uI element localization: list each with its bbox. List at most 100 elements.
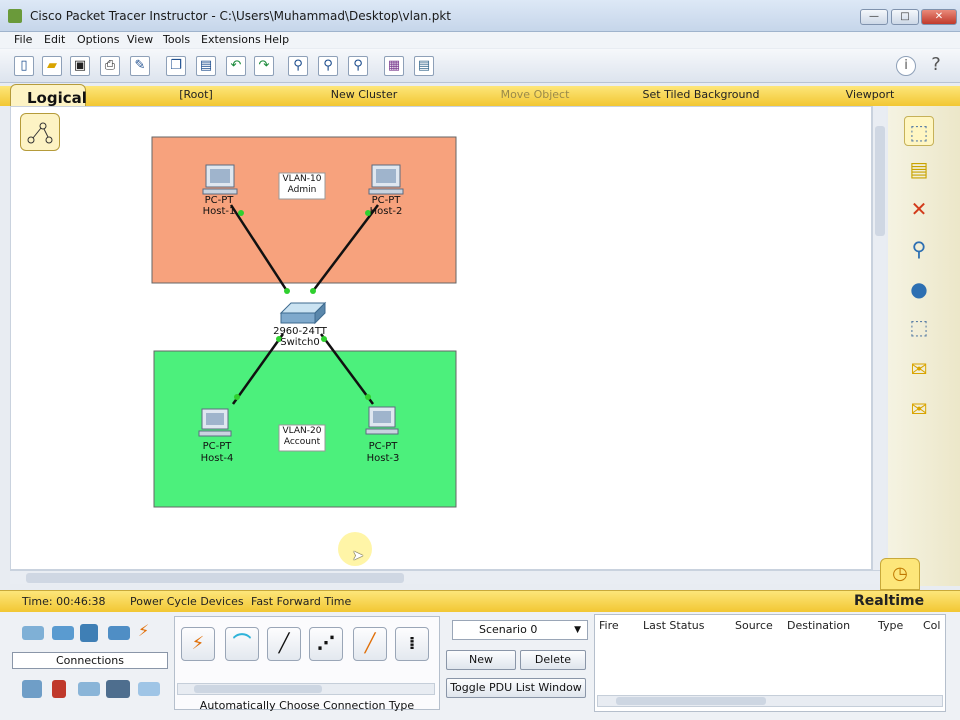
fiber-cable-icon[interactable]: ╱ <box>353 627 387 661</box>
switches-category-icon[interactable] <box>52 626 74 640</box>
save-icon[interactable]: ▣ <box>70 56 90 76</box>
host-4-pc[interactable] <box>198 408 232 437</box>
move-object-button[interactable]: Move Object <box>490 88 580 101</box>
print-icon[interactable]: ⎙ <box>100 56 120 76</box>
host-3-label[interactable]: PC-PT Host-3 <box>359 441 407 465</box>
delete-scenario-button[interactable]: Delete <box>520 650 586 670</box>
menu-help[interactable]: Help <box>264 33 289 46</box>
host-2-label[interactable]: PC-PT Host-2 <box>364 195 408 217</box>
connection-tray-thumb[interactable] <box>194 685 322 693</box>
realtime-clock-icon[interactable]: ◷ <box>880 558 920 590</box>
new-file-icon[interactable]: ▯ <box>14 56 34 76</box>
copy-icon[interactable]: ❐ <box>166 56 186 76</box>
add-simple-pdu-icon[interactable]: ✉ <box>904 354 934 384</box>
zoom-reset-icon[interactable]: ⚲ <box>318 56 338 76</box>
column-destination[interactable]: Destination <box>787 619 850 632</box>
host-2-pc[interactable] <box>368 164 404 195</box>
column-color[interactable]: Col <box>923 619 940 632</box>
menu-view[interactable]: View <box>127 33 153 46</box>
menu-options[interactable]: Options <box>77 33 119 46</box>
connection-tray-scrollbar[interactable] <box>177 683 435 695</box>
host-1-name: Host-1 <box>202 206 236 217</box>
set-tiled-background-button[interactable]: Set Tiled Background <box>636 88 766 101</box>
host-1-pc[interactable] <box>202 164 238 195</box>
horizontal-scroll-thumb[interactable] <box>26 573 404 583</box>
host-4-type: PC-PT <box>202 441 232 452</box>
pdu-list-table: Fire Last Status Source Destination Type… <box>594 614 946 712</box>
help-icon[interactable]: ? <box>926 56 946 76</box>
maximize-button[interactable]: □ <box>891 9 919 25</box>
column-last-status[interactable]: Last Status <box>643 619 704 632</box>
host-3-type: PC-PT <box>368 441 398 452</box>
menu-edit[interactable]: Edit <box>44 33 65 46</box>
connections-category-icon[interactable]: ⚡ <box>138 623 160 639</box>
menu-file[interactable]: File <box>14 33 32 46</box>
delete-icon[interactable]: ✕ <box>904 194 934 224</box>
drawing-palette-icon[interactable]: ▦ <box>384 56 404 76</box>
switch0-model: 2960-24TT <box>273 326 327 337</box>
redo-icon[interactable]: ↷ <box>254 56 274 76</box>
undo-icon[interactable]: ↶ <box>226 56 246 76</box>
pdu-table-scrollbar[interactable] <box>597 695 943 707</box>
switch0-label[interactable]: 2960-24TT Switch0 <box>268 326 332 348</box>
logical-view-icon[interactable] <box>20 113 60 151</box>
phone-cable-icon[interactable]: ⁞ <box>395 627 429 661</box>
logical-workspace[interactable]: VLAN-10 Admin VLAN-20 Account PC-PT Host… <box>10 106 872 570</box>
end-devices-category-icon[interactable] <box>22 680 42 698</box>
hubs-category-icon[interactable] <box>80 624 98 642</box>
device-category-label: Connections <box>12 652 168 669</box>
column-type[interactable]: Type <box>878 619 903 632</box>
paste-icon[interactable]: ▤ <box>196 56 216 76</box>
resize-icon[interactable]: ⬚ <box>904 312 934 342</box>
topology-canvas[interactable] <box>11 107 873 571</box>
switch0-device[interactable] <box>279 301 327 325</box>
scenario-selected-value: Scenario 0 <box>479 623 538 636</box>
new-cluster-button[interactable]: New Cluster <box>324 88 404 101</box>
mouse-pointer-icon: ➤ <box>352 548 364 564</box>
toggle-pdu-list-button[interactable]: Toggle PDU List Window <box>446 678 586 698</box>
routers-category-icon[interactable] <box>22 626 44 640</box>
custom-device-icon[interactable]: ▤ <box>414 56 434 76</box>
select-icon[interactable]: ⬚ <box>904 116 934 146</box>
viewport-button[interactable]: Viewport <box>840 88 900 101</box>
realtime-mode-tab[interactable]: Realtime <box>854 593 924 609</box>
activity-wizard-icon[interactable]: ✎ <box>130 56 150 76</box>
wan-emulation-category-icon[interactable] <box>78 682 100 696</box>
draw-shape-icon[interactable]: ● <box>904 274 934 304</box>
inspect-icon[interactable]: ⚲ <box>904 234 934 264</box>
console-cable-icon[interactable]: ⌒ <box>225 627 259 661</box>
copper-straight-through-icon[interactable]: ╱ <box>267 627 301 661</box>
workspace-vertical-scrollbar[interactable] <box>872 106 886 570</box>
multiuser-category-icon[interactable] <box>138 682 160 696</box>
wireless-category-icon[interactable] <box>108 626 130 640</box>
column-source[interactable]: Source <box>735 619 773 632</box>
zoom-out-icon[interactable]: ⚲ <box>348 56 368 76</box>
menu-extensions[interactable]: Extensions <box>201 33 261 46</box>
vertical-scroll-thumb[interactable] <box>875 126 885 236</box>
root-button[interactable]: [Root] <box>176 88 216 101</box>
power-cycle-button[interactable]: Power Cycle Devices <box>130 595 244 608</box>
workspace-horizontal-scrollbar[interactable] <box>10 570 886 584</box>
zoom-in-icon[interactable]: ⚲ <box>288 56 308 76</box>
add-complex-pdu-icon[interactable]: ✉ <box>904 394 934 424</box>
note-icon[interactable]: ▤ <box>904 154 934 184</box>
host-1-label[interactable]: PC-PT Host-1 <box>197 195 241 217</box>
close-button[interactable]: ✕ <box>921 9 957 25</box>
custom-devices-category-icon[interactable] <box>106 680 130 698</box>
simulation-time: Time: 00:46:38 <box>22 595 106 608</box>
auto-connection-icon[interactable]: ⚡ <box>181 627 215 661</box>
minimize-button[interactable]: — <box>860 9 888 25</box>
pdu-table-thumb[interactable] <box>616 697 766 705</box>
host-4-label[interactable]: PC-PT Host-4 <box>193 441 241 465</box>
host-3-pc[interactable] <box>365 406 399 435</box>
column-fire[interactable]: Fire <box>599 619 619 632</box>
host-2-type: PC-PT <box>371 195 401 206</box>
open-folder-icon[interactable]: ▰ <box>42 56 62 76</box>
info-icon[interactable]: i <box>896 56 916 76</box>
scenario-select[interactable]: Scenario 0 ▼ <box>452 620 588 640</box>
fast-forward-button[interactable]: Fast Forward Time <box>251 595 351 608</box>
copper-cross-over-icon[interactable]: ⋰ <box>309 627 343 661</box>
security-category-icon[interactable] <box>52 680 66 698</box>
new-scenario-button[interactable]: New <box>446 650 516 670</box>
menu-tools[interactable]: Tools <box>163 33 190 46</box>
